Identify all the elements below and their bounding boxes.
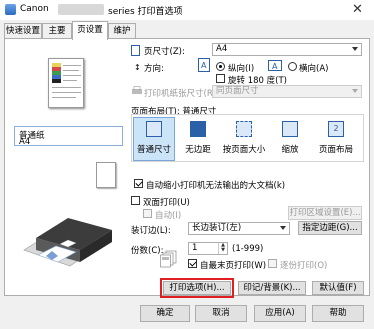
orientation-arrow-icon: ↕ [134,63,141,72]
page-layout-2up-icon: 2 [328,121,344,137]
preview-line [63,70,79,71]
auto-duplex-label: 自动(I) [155,211,182,221]
fit-to-page-icon [236,121,252,137]
auto-shrink-checkbox[interactable] [134,179,143,188]
printer-illustration-icon [23,218,112,267]
preview-line [52,87,81,88]
portrait-icon: A [198,58,210,72]
tab-main[interactable]: 主要 [42,23,72,39]
layout-scaled[interactable]: 缩放 [272,118,308,155]
svg-text:A: A [201,61,207,70]
cancel-button[interactable]: 取消 [195,305,247,322]
portrait-radio[interactable] [216,62,225,71]
printer-paper-select[interactable]: 同页面尺寸 [212,85,362,98]
tab-page-setup[interactable]: 页设置 [72,21,108,40]
collate-checkbox[interactable] [268,259,277,268]
redacted-model-name [58,4,104,15]
ok-button[interactable]: 确定 [140,305,190,322]
layout-borderless[interactable]: 无边距 [180,118,216,155]
page-size-select[interactable]: A4 [212,43,362,56]
landscape-icon: A [268,60,282,71]
collate-label: 逐份打印(O) [280,261,328,271]
rotate-180-checkbox[interactable] [216,74,225,83]
copies-input[interactable]: 1 ▲ ▼ [188,242,228,255]
page-preview [48,58,84,108]
tab-quick-setup[interactable]: 快速设置 [4,23,42,39]
chevron-down-icon [352,89,358,93]
close-icon[interactable]: ✕ [352,2,363,17]
layout-fit-to-page[interactable]: 按页面大小 [223,118,265,155]
landscape-radio[interactable] [288,62,297,71]
paper-icon [96,162,116,188]
page-size-value: A4 [216,44,228,54]
orientation-label: 方向: [144,64,164,74]
spin-updown-icon[interactable]: ▲ ▼ [218,243,227,254]
print-from-last-page-label: 自最末页打印(W) [200,261,267,271]
portrait-label: 纵向(I) [228,64,255,74]
stamp-background-button[interactable]: 印记/背景(K)... [238,281,306,295]
print-options-button[interactable]: 打印选项(H)... [160,278,234,298]
title-bar: Canon series 打印首选项 ✕ [0,0,374,20]
chevron-down-icon [280,226,286,230]
apply-button[interactable]: 应用(A) [254,305,306,322]
layout-page-layout-label: 页面布局 [318,145,353,155]
binding-select[interactable]: 长边装订(左) [188,222,290,235]
printer-paper-label: 打印机纸张尺寸(R): [144,89,219,99]
preview-line [52,92,81,93]
printer-paper-icon [132,86,142,94]
copies-range: (1-999) [232,244,264,254]
media-size: A4 [19,137,31,147]
auto-duplex-checkbox[interactable] [143,209,152,218]
preview-line [63,65,81,66]
specify-margin-button[interactable]: 指定边距(G)... [298,221,362,235]
auto-shrink-label: 自动缩小打印机无法输出的大文档(k) [146,181,286,191]
print-area-button[interactable]: 打印区域设置(E)... [288,206,362,220]
defaults-button[interactable]: 默认值(F) [312,281,364,295]
binding-value: 长边装订(左) [192,223,242,233]
tab-maintenance[interactable]: 维护 [108,23,136,39]
preview-line [52,97,76,98]
copies-label: 份数(C): [131,246,164,256]
normal-size-icon [146,121,162,137]
layout-page-layout[interactable]: 2 页面布局 [318,118,354,155]
preview-line [63,75,81,76]
printer-paper-value: 同页面尺寸 [216,86,259,96]
chevron-down-icon [352,47,358,51]
duplex-checkbox[interactable] [131,196,140,205]
svg-text:A: A [272,62,278,71]
landscape-label: 横向(A) [299,64,329,74]
scaled-magnifier-icon [282,121,298,137]
print-from-last-page-checkbox[interactable] [188,259,197,268]
copies-stack-icon [160,250,177,268]
duplex-label: 双面打印(U) [143,198,190,208]
page-size-label: 页尺寸(Z): [144,47,185,57]
preview-line [63,80,77,81]
media-info: 普通纸 A4 [14,126,123,147]
help-button[interactable]: 帮助 [312,305,364,322]
window-title: Canon [20,4,49,14]
window-title-suffix: series 打印首选项 [108,7,183,17]
copies-value: 1 [192,243,198,253]
color-bars-icon [52,63,61,83]
printer-app-icon [5,4,16,15]
binding-label: 装订边(L): [131,226,171,236]
borderless-icon [190,121,206,137]
page-size-icon [131,45,140,56]
